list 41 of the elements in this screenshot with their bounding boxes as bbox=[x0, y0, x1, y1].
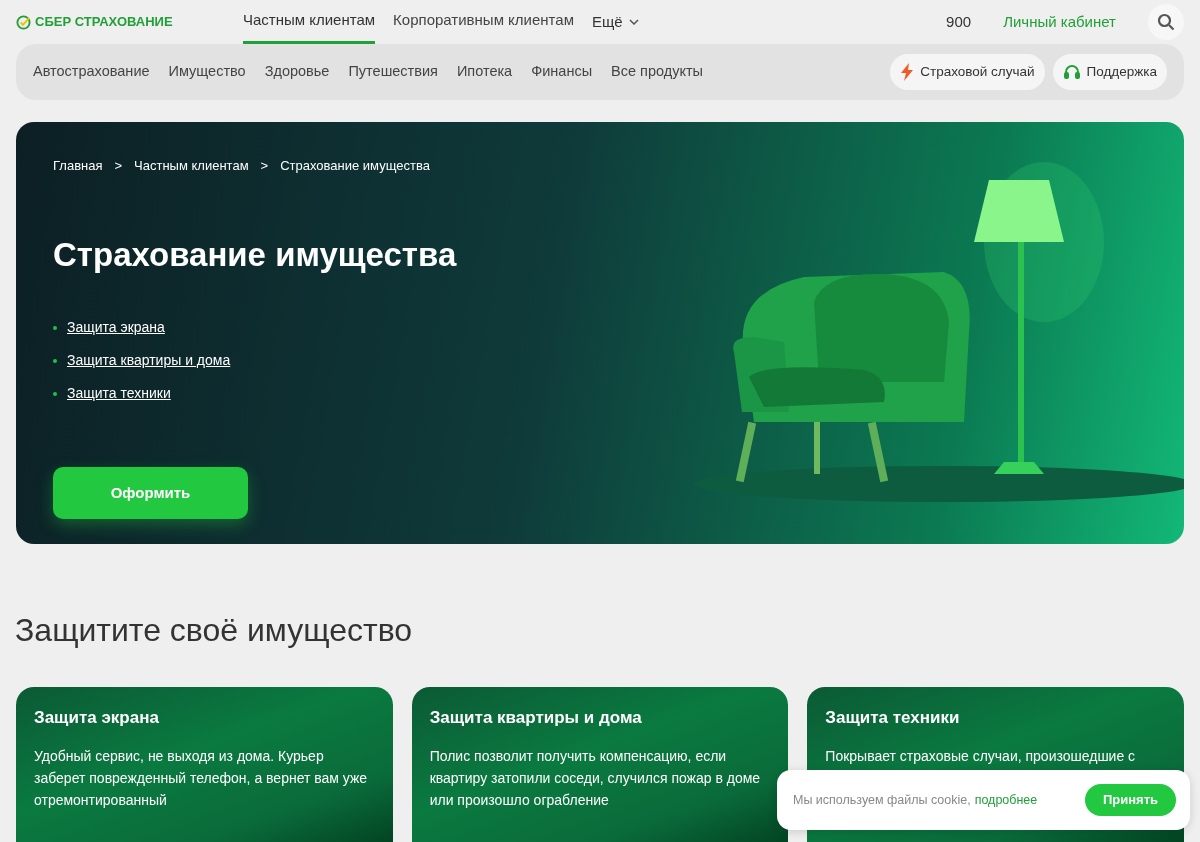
card-text: Полис позволит получить компенсацию, если квартиру затопили соседи, случился пожар в доме или произошло ограбление bbox=[429, 746, 762, 810]
bullet-icon bbox=[53, 358, 57, 363]
product-card[interactable]: Защита экрана Удобный сервис, не выходя из дома. Курьер заберет поврежденный телефон, а вернет вам уже отремонтированный bbox=[16, 687, 393, 842]
category-link[interactable]: Ипотека bbox=[456, 61, 513, 83]
more-menu[interactable]: Ещё bbox=[591, 10, 639, 34]
breadcrumb-link[interactable]: Страхование имущества bbox=[280, 156, 430, 176]
product-card[interactable]: Защита квартиры и дома Полис позволит получить компенсацию, если квартиру затопили соседи, случился пожар в доме или произошло ограбление bbox=[411, 687, 789, 842]
logo-icon bbox=[16, 14, 31, 30]
hero-link[interactable]: Защита квартиры и дома bbox=[67, 350, 231, 371]
bullet-icon bbox=[53, 325, 57, 330]
card-title: Защита квартиры и дома bbox=[429, 707, 643, 729]
bullet-icon bbox=[53, 391, 57, 396]
lightning-icon bbox=[900, 63, 915, 81]
chevron-down-icon bbox=[628, 19, 639, 25]
headset-icon bbox=[1062, 63, 1081, 81]
logo-text: СБЕР СТРАХОВАНИЕ bbox=[35, 13, 173, 32]
search-icon bbox=[1157, 13, 1175, 31]
hero-link[interactable]: Защита техники bbox=[67, 383, 171, 404]
pill-button[interactable]: Страховой случай bbox=[890, 54, 1045, 90]
breadcrumb-link[interactable]: Главная bbox=[53, 156, 103, 176]
search-button[interactable] bbox=[1148, 4, 1184, 40]
breadcrumb-separator: > bbox=[260, 157, 269, 175]
category-link[interactable]: Все продукты bbox=[611, 61, 704, 83]
card-text: Удобный сервис, не выходя из дома. Курьер заберет поврежденный телефон, а вернет вам уже отремонтированный bbox=[34, 746, 369, 810]
card-text: Покрывает страховые случаи, произошедшие с bbox=[825, 746, 1137, 766]
section-title: Защитите своё имущество bbox=[15, 611, 414, 650]
category-link[interactable]: Имущество bbox=[168, 61, 246, 83]
category-link[interactable]: Путешествия bbox=[348, 61, 438, 83]
card-title: Защита экрана bbox=[34, 707, 160, 729]
hero-title: Страхование имущества bbox=[53, 234, 458, 275]
category-link[interactable]: Здоровье bbox=[264, 61, 330, 83]
breadcrumb-link[interactable]: Частным клиентам bbox=[134, 156, 249, 176]
breadcrumb-separator: > bbox=[114, 157, 123, 175]
cookie-link[interactable]: подробнее bbox=[974, 790, 1038, 810]
category-link[interactable]: Автострахование bbox=[33, 61, 150, 83]
hero-link[interactable]: Защита экрана bbox=[67, 317, 165, 338]
phone-number: 900 bbox=[946, 11, 972, 32]
card-title: Защита техники bbox=[825, 707, 961, 729]
category-link[interactable]: Финансы bbox=[531, 61, 593, 83]
nav-tab[interactable]: Корпоративным клиентам bbox=[393, 0, 574, 44]
pill-button[interactable]: Поддержка bbox=[1052, 54, 1167, 90]
